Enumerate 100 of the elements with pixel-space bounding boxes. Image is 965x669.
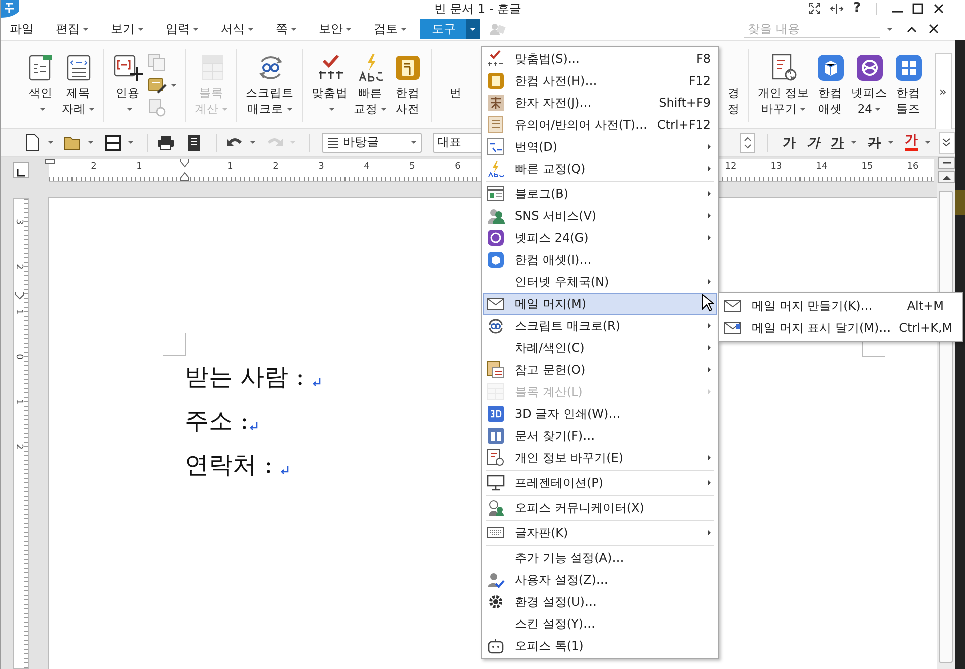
- ribbon-overflow-button[interactable]: »: [934, 53, 952, 130]
- format-button[interactable]: 가: [780, 132, 799, 154]
- tab-stop-selector[interactable]: [13, 162, 29, 178]
- menu-tab[interactable]: 편집: [47, 19, 98, 39]
- scroll-up-button[interactable]: [938, 171, 955, 183]
- cube-icon: [816, 53, 846, 83]
- spin-arrows-icon: [744, 136, 752, 150]
- menu-item[interactable]: 문서 찾기(F)…: [483, 425, 717, 447]
- menu-item[interactable]: 한컴 애셋(I)…: [483, 249, 717, 271]
- menu-item[interactable]: 빠른 교정(Q): [483, 158, 717, 183]
- monitor-icon: [487, 474, 505, 492]
- ribbon-button[interactable]: 인용: [110, 49, 146, 122]
- menu-item[interactable]: 스킨 설정(Y)…: [483, 613, 717, 635]
- submenu-arrow-icon: [708, 480, 711, 486]
- caret-icon: [401, 28, 407, 30]
- ruler-number: 2: [14, 264, 24, 270]
- menu-tab[interactable]: 검토: [365, 19, 416, 39]
- menu-item[interactable]: 한자 자전(J)… Shift+F9: [483, 92, 717, 114]
- robot-icon: [487, 637, 505, 655]
- menu-item[interactable]: 개인 정보 바꾸기(E): [483, 447, 717, 472]
- menu-item[interactable]: 인터넷 우체국(N): [483, 271, 717, 293]
- caret-icon: [126, 108, 132, 112]
- submenu-arrow-icon: [708, 345, 711, 351]
- menu-item[interactable]: 블로그(B): [483, 183, 717, 205]
- menu-tab[interactable]: 보기: [102, 19, 153, 39]
- menu-tab[interactable]: 쪽: [267, 19, 306, 39]
- spinner-control[interactable]: [740, 132, 756, 152]
- ribbon-button[interactable]: 스크립트 매크로: [243, 49, 303, 122]
- collapse-button[interactable]: [938, 157, 955, 169]
- submenu-arrow-icon: [708, 530, 711, 536]
- ribbon-button[interactable]: 개인 정보 바꾸기: [755, 49, 813, 122]
- menu-item[interactable]: 차례/색인(C): [483, 337, 717, 359]
- menu-item[interactable]: 참고 문헌(O): [483, 359, 717, 381]
- submenu-arrow-icon: [708, 455, 711, 461]
- new-document-icon: [24, 134, 42, 152]
- menu-item[interactable]: 한컴 사전(H)… F12: [483, 70, 717, 92]
- menu-item[interactable]: 프레젠테이션(P): [483, 472, 717, 497]
- menu-item[interactable]: 오피스 톡(1): [483, 635, 717, 657]
- help-button[interactable]: ?: [853, 2, 861, 16]
- menu-item[interactable]: 메일 머지(M): [483, 293, 717, 315]
- ribbon-button[interactable]: 번: [442, 49, 470, 122]
- ribbon-button[interactable]: 한컴 사전: [390, 49, 432, 122]
- menu-item[interactable]: 메일 머지 만들기(K)… Alt+M: [720, 295, 961, 317]
- document-text: 주소 :: [185, 406, 249, 437]
- menu-item[interactable]: 환경 설정(U)…: [483, 591, 717, 613]
- format-button[interactable]: 가: [902, 132, 934, 154]
- menu-tab[interactable]: 입력: [157, 19, 208, 39]
- format-button[interactable]: 가: [804, 132, 823, 154]
- documents-icon: [487, 361, 505, 379]
- ruler-number: 3: [14, 219, 24, 225]
- menu-tab[interactable]: 도구: [420, 19, 480, 39]
- double-chevron-icon: [942, 138, 952, 148]
- menu-item[interactable]: 3D 글자 인쇄(W)…: [483, 403, 717, 425]
- checkmark-icon: [487, 50, 505, 68]
- ruler-number: 5: [410, 162, 416, 172]
- ribbon-button[interactable]: 한컴 툴즈: [890, 49, 927, 122]
- document-text: 연락처 :: [185, 450, 274, 481]
- submenu-arrow-icon: [708, 279, 711, 285]
- book-icon: [487, 72, 505, 90]
- menu-item[interactable]: 메일 머지 표시 달기(M)… Ctrl+K,M: [720, 317, 961, 339]
- caret-icon: [800, 108, 806, 112]
- ribbon-button[interactable]: 색인: [23, 49, 59, 122]
- caret-icon: [48, 141, 54, 144]
- submenu-arrow-icon: [708, 166, 711, 172]
- menu-tab[interactable]: 파일: [1, 19, 43, 39]
- caret-icon: [250, 141, 256, 144]
- ruler-number: 2: [91, 162, 97, 172]
- caret-icon: [222, 108, 228, 112]
- toolbar-overflow-button[interactable]: [938, 132, 955, 154]
- menu-item[interactable]: 맞춤법(S)… F8: [483, 48, 717, 70]
- cube-icon: [487, 251, 505, 269]
- ruler-number: 13: [770, 162, 782, 172]
- close-icon: [929, 24, 939, 34]
- caret-icon: [470, 28, 476, 30]
- format-button[interactable]: 가: [864, 132, 897, 154]
- ribbon-button[interactable]: 빠른 교정: [351, 49, 390, 122]
- ribbon-button[interactable]: 한컴 애셋: [812, 49, 849, 122]
- ribbon-button[interactable]: 제목 자례: [59, 49, 104, 122]
- submenu-arrow-icon: [708, 235, 711, 241]
- caret-icon: [138, 28, 144, 30]
- menu-item[interactable]: 사용자 설정(Z)…: [483, 569, 717, 591]
- menu-item[interactable]: SNS 서비스(V): [483, 205, 717, 227]
- document-icon: [487, 116, 505, 134]
- note-pen-button[interactable]: [148, 76, 177, 96]
- ribbon-button[interactable]: 넷피스 24: [848, 49, 891, 122]
- ribbon-button[interactable]: 맞춤법: [309, 49, 351, 122]
- menu-item[interactable]: 넷피스 24(G): [483, 227, 717, 249]
- maximize-icon: [912, 3, 924, 15]
- style-select[interactable]: 바탕글: [322, 132, 422, 152]
- menu-tab[interactable]: 보안: [310, 19, 361, 39]
- menu-item[interactable]: 스크립트 매크로(R): [483, 315, 717, 337]
- refresh-document-icon: [148, 99, 166, 118]
- search-field[interactable]: 찾을 내용: [744, 20, 880, 38]
- ruler-number: 1: [136, 162, 142, 172]
- menu-item[interactable]: 추가 기능 설정(A)…: [483, 547, 717, 569]
- menu-tab[interactable]: 서식: [212, 19, 263, 39]
- ruler-number: 3: [318, 162, 324, 172]
- format-button[interactable]: 가: [828, 132, 860, 154]
- caret-icon: [346, 28, 352, 30]
- submenu-arrow-icon: [708, 389, 711, 395]
